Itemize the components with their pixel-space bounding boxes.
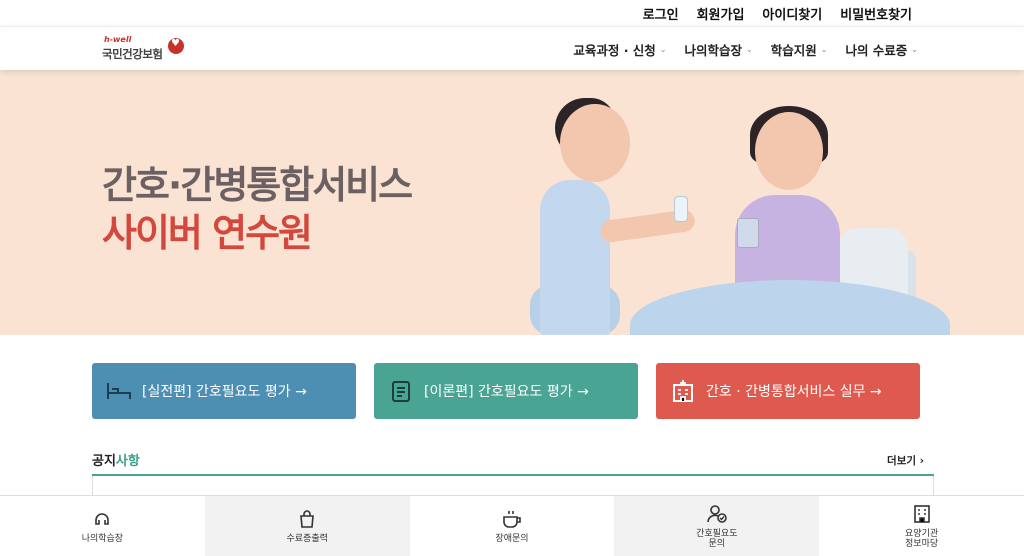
user-check-icon (706, 503, 728, 525)
chevron-down-icon: ⌄ (820, 44, 828, 54)
building-icon (911, 503, 933, 525)
login-link[interactable]: 로그인 (643, 4, 679, 23)
hero-title: 간호·간병통합서비스 (102, 163, 413, 207)
dock-nursing-inquiry-label: 간호필요도 문의 (696, 528, 738, 549)
notice-title: 공지사항 (92, 450, 934, 469)
dock-certificate-label: 수료증출력 (286, 533, 328, 544)
find-id-link[interactable]: 아이디찾기 (762, 4, 822, 23)
theory-evaluation-label: [이론편] 간호필요도 평가 → (424, 384, 589, 400)
dock-facility-info[interactable]: 요양기관 정보마당 (819, 496, 1024, 556)
heart-logo-icon (168, 38, 184, 54)
signup-link[interactable]: 회원가입 (697, 4, 745, 23)
chevron-down-icon: ⌄ (659, 44, 667, 54)
dock-certificate[interactable]: 수료증출력 (204, 496, 410, 556)
logo[interactable]: h-well 국민건강보험 (102, 35, 192, 65)
notice-section: 공지사항 더보기 › (92, 450, 934, 496)
integrated-service-button[interactable]: 간호 · 간병통합서비스 실무 → (656, 363, 920, 419)
headset-icon (91, 508, 113, 530)
bottom-quick-dock: 나의학습장 수료증출력 장애문의 간호필요도 문의 요양기관 정보마당 (0, 495, 1024, 556)
notice-more-link[interactable]: 더보기 › (887, 453, 924, 468)
menu-courses[interactable]: 교육과정 · 신청 ⌄ (573, 40, 666, 59)
bed-icon (106, 378, 132, 404)
notice-title-b: 사항 (115, 454, 140, 469)
bag-icon (296, 508, 318, 530)
hospital-icon (670, 378, 696, 404)
notice-list (92, 476, 934, 496)
dock-my-learning[interactable]: 나의학습장 (0, 496, 205, 556)
dock-inquiry[interactable]: 장애문의 (410, 496, 615, 556)
practical-evaluation-label: [실전편] 간호필요도 평가 → (142, 384, 307, 400)
cup-icon (501, 508, 523, 530)
main-header: h-well 국민건강보험 교육과정 · 신청⌄ 나의학습장⌄ 학습지원⌄ 나의… (0, 26, 1024, 70)
logo-tagline: h-well (104, 35, 132, 44)
menu-courses-label: 교육과정 · 신청 (573, 42, 656, 58)
find-password-link[interactable]: 비밀번호찾기 (840, 4, 912, 23)
practical-evaluation-button[interactable]: [실전편] 간호필요도 평가 → (92, 363, 356, 419)
integrated-service-label: 간호 · 간병통합서비스 실무 → (706, 384, 882, 400)
menu-my-learning[interactable]: 나의학습장 ⌄ (685, 40, 753, 59)
menu-certificate[interactable]: 나의 수료증 ⌄ (845, 40, 918, 59)
menu-support[interactable]: 학습지원 ⌄ (771, 40, 828, 59)
dock-nursing-inquiry[interactable]: 간호필요도 문의 (614, 496, 820, 556)
main-menu: 교육과정 · 신청 ⌄ 나의학습장 ⌄ 학습지원 ⌄ 나의 수료증 ⌄ (573, 27, 918, 71)
hero-banner: 간호·간병통합서비스 사이버 연수원 (0, 70, 1024, 335)
notice-title-a: 공지 (92, 454, 116, 469)
clipboard-icon (388, 378, 414, 404)
dock-my-learning-label: 나의학습장 (81, 533, 124, 544)
dock-inquiry-label: 장애문의 (495, 533, 529, 544)
menu-certificate-label: 나의 수료증 (845, 42, 908, 58)
logo-name: 국민건강보험 (102, 47, 163, 61)
theory-evaluation-button[interactable]: [이론편] 간호필요도 평가 → (374, 363, 638, 419)
hero-subtitle: 사이버 연수원 (102, 211, 313, 255)
menu-my-learning-label: 나의학습장 (684, 42, 743, 58)
utility-nav: 로그인 회원가입 아이디찾기 비밀번호찾기 (0, 0, 1024, 26)
chevron-down-icon: ⌄ (911, 44, 918, 54)
chevron-down-icon: ⌄ (746, 44, 753, 54)
quick-links: [실전편] 간호필요도 평가 → [이론편] 간호필요도 평가 → 간호 · 간… (92, 363, 920, 419)
menu-support-label: 학습지원 (770, 42, 817, 58)
dock-facility-info-label: 요양기관 정보마당 (905, 528, 939, 549)
